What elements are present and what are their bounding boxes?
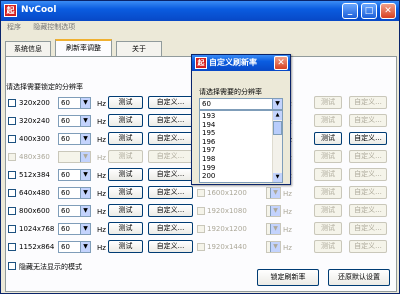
menu-hide-controls[interactable]: 隐藏控制选项 <box>33 22 75 32</box>
dialog-rate-option[interactable]: 193 <box>202 112 215 120</box>
scroll-down-icon[interactable]: ▼ <box>273 173 282 182</box>
dialog-rate-option[interactable]: 195 <box>202 129 215 137</box>
dialog-rate-option[interactable]: 194 <box>202 121 215 129</box>
dialog-rate-option[interactable]: 199 <box>202 164 215 172</box>
resolution-checkbox[interactable] <box>197 189 205 197</box>
menu-program[interactable]: 程序 <box>7 22 21 32</box>
dialog-rate-list[interactable]: 193 194 195 196 197 198 199 200 ▲ ▼ <box>199 110 283 183</box>
chevron-down-icon[interactable]: ▼ <box>272 99 282 109</box>
test-button[interactable]: 测试 <box>314 114 342 127</box>
hz-label: Hz <box>283 244 292 252</box>
resolution-checkbox[interactable] <box>197 225 205 233</box>
dialog-title: 自定义刷新率 <box>209 58 257 67</box>
test-button[interactable]: 测试 <box>314 132 342 145</box>
test-button[interactable]: 测试 <box>314 204 342 217</box>
tab-system-info[interactable]: 系统信息 <box>5 41 51 56</box>
scroll-thumb[interactable] <box>273 121 282 135</box>
hz-label: Hz <box>283 190 292 198</box>
resolution-row: 1600x1200 ▼ Hz 测试 自定义... <box>1 186 400 200</box>
resolution-row: 1920x1440 ▼ Hz 测试 自定义... <box>1 240 400 254</box>
rate-select[interactable]: ▼ <box>266 223 281 235</box>
test-button[interactable]: 测试 <box>314 96 342 109</box>
rate-select[interactable]: ▼ <box>266 205 281 217</box>
dialog-rate-select[interactable]: 60 ▼ <box>199 98 283 110</box>
resolution-checkbox[interactable] <box>197 243 205 251</box>
maximize-button[interactable]: □ <box>361 3 377 19</box>
resolution-label: 1920x1440 <box>207 243 247 251</box>
minimize-button[interactable]: _ <box>342 3 358 19</box>
dialog-title-bar[interactable]: 起 自定义刷新率 ✕ <box>192 55 290 71</box>
custom-button[interactable]: 自定义... <box>349 222 387 235</box>
title-bar[interactable]: 起 NvCool _ □ ✕ <box>1 1 399 21</box>
window-title: NvCool <box>21 5 57 15</box>
custom-button[interactable]: 自定义... <box>349 96 387 109</box>
app-icon: 起 <box>4 4 17 17</box>
test-button[interactable]: 测试 <box>314 168 342 181</box>
custom-button[interactable]: 自定义... <box>349 150 387 163</box>
chevron-down-icon[interactable]: ▼ <box>270 206 280 216</box>
hz-label: Hz <box>283 208 292 216</box>
dialog-rate-value: 60 <box>202 100 211 108</box>
test-button[interactable]: 测试 <box>314 186 342 199</box>
test-button[interactable]: 测试 <box>314 222 342 235</box>
rate-select[interactable]: ▼ <box>266 187 281 199</box>
dialog-app-icon: 起 <box>195 57 207 69</box>
custom-button[interactable]: 自定义... <box>349 240 387 253</box>
dialog-rate-option[interactable]: 196 <box>202 138 215 146</box>
restore-defaults-button[interactable]: 还原默认设置 <box>328 269 390 286</box>
dialog-close-button[interactable]: ✕ <box>274 56 288 70</box>
hz-label: Hz <box>283 226 292 234</box>
chevron-down-icon[interactable]: ▼ <box>270 224 280 234</box>
resolution-row: 1920x1080 ▼ Hz 测试 自定义... <box>1 204 400 218</box>
tab-about[interactable]: 关于 <box>116 41 162 56</box>
custom-button[interactable]: 自定义... <box>349 204 387 217</box>
custom-refresh-dialog: 起 自定义刷新率 ✕ 请选择需要的分辨率 60 ▼ 193 194 195 196 19… <box>191 54 291 185</box>
test-button[interactable]: 测试 <box>314 150 342 163</box>
close-button[interactable]: ✕ <box>380 3 396 19</box>
resolution-checkbox[interactable] <box>197 207 205 215</box>
dialog-rate-option[interactable]: 197 <box>202 146 215 154</box>
hide-modes-checkbox[interactable] <box>8 262 16 270</box>
dialog-scrollbar[interactable]: ▲ ▼ <box>272 111 282 182</box>
test-button[interactable]: 测试 <box>314 240 342 253</box>
resolution-label: 1920x1200 <box>207 225 247 233</box>
custom-button[interactable]: 自定义... <box>349 114 387 127</box>
resolution-row: 1920x1200 ▼ Hz 测试 自定义... <box>1 222 400 236</box>
dialog-rate-option[interactable]: 198 <box>202 155 215 163</box>
resolution-label: 1600x1200 <box>207 189 247 197</box>
tab-refresh-rate[interactable]: 刷新率调整 <box>55 39 112 56</box>
dialog-prompt: 请选择需要的分辨率 <box>199 88 262 96</box>
chevron-down-icon[interactable]: ▼ <box>270 242 280 252</box>
custom-button[interactable]: 自定义... <box>349 168 387 181</box>
resolution-prompt: 请选择需要锁定的分辨率 <box>6 83 83 91</box>
hide-modes-label: 隐藏无法显示的模式 <box>19 263 82 271</box>
custom-button[interactable]: 自定义... <box>349 186 387 199</box>
resolution-label: 1920x1080 <box>207 207 247 215</box>
lock-refresh-button[interactable]: 锁定刷新率 <box>257 269 319 286</box>
dialog-rate-option[interactable]: 200 <box>202 172 215 180</box>
custom-button[interactable]: 自定义... <box>349 132 387 145</box>
app-window: 起 NvCool _ □ ✕ 程序 隐藏控制选项 系统信息 刷新率调整 关于 请… <box>0 0 400 294</box>
rate-select[interactable]: ▼ <box>266 241 281 253</box>
menu-bar: 程序 隐藏控制选项 <box>3 22 81 34</box>
scroll-up-icon[interactable]: ▲ <box>273 111 282 120</box>
chevron-down-icon[interactable]: ▼ <box>270 188 280 198</box>
